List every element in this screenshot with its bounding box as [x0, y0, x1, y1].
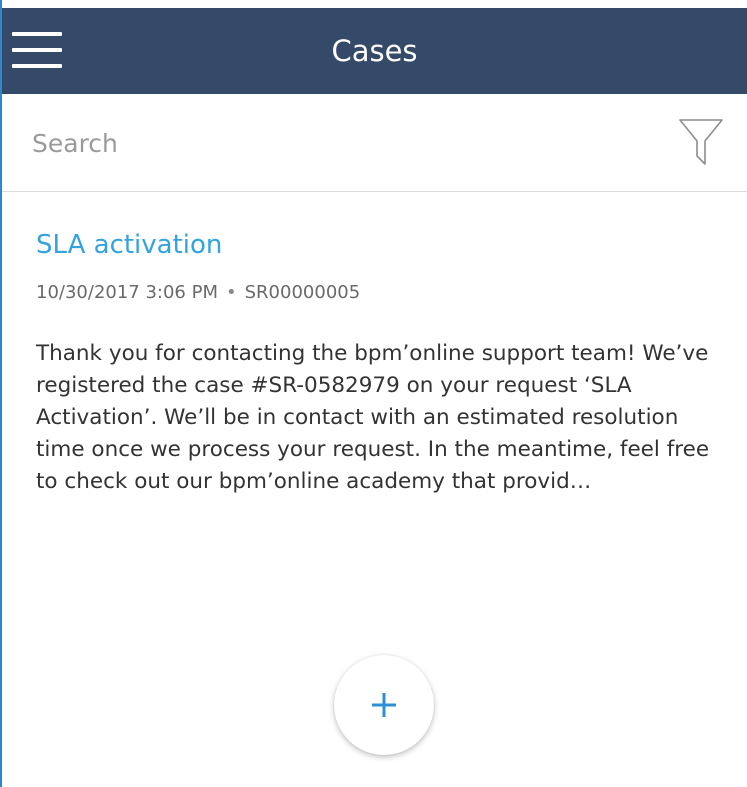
hamburger-menu-icon — [12, 32, 62, 36]
case-description: Thank you for contacting the bpm’online … — [36, 341, 710, 494]
hamburger-menu-icon — [12, 64, 62, 68]
case-meta: 10/30/2017 3:06 PM • SR00000005 — [36, 282, 360, 303]
cases-screen: Cases SLA activation 10/30/2017 3:06 PM •… — [0, 0, 747, 787]
menu-button[interactable] — [12, 30, 62, 70]
add-case-button[interactable] — [334, 655, 434, 755]
hamburger-menu-icon — [12, 48, 62, 52]
search-input[interactable] — [32, 120, 592, 166]
app-header: Cases — [2, 8, 747, 94]
filter-button[interactable] — [678, 118, 724, 168]
case-datetime: 10/30/2017 3:06 PM — [36, 282, 218, 303]
case-list-item[interactable]: SLA activation 10/30/2017 3:06 PM • SR0000… — [2, 192, 747, 592]
search-bar — [2, 94, 747, 192]
filter-funnel-icon — [679, 119, 723, 165]
case-number: SR00000005 — [244, 282, 361, 303]
page-title: Cases — [331, 34, 418, 68]
meta-separator: • — [226, 282, 237, 303]
plus-icon — [372, 693, 396, 717]
case-title[interactable]: SLA activation — [36, 230, 222, 260]
